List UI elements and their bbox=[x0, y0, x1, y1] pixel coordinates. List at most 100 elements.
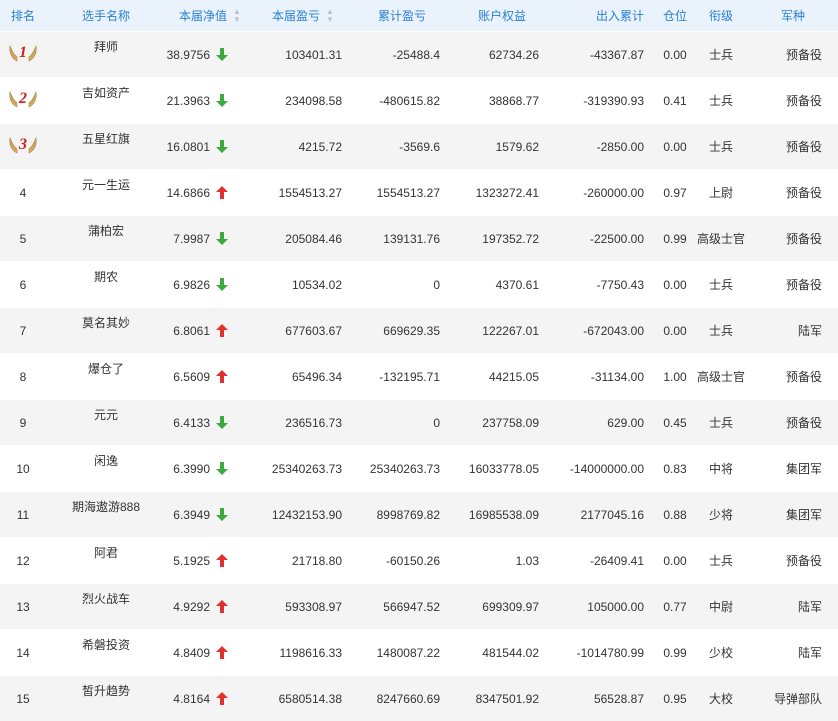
equity-cell: 44215.05 bbox=[452, 354, 552, 400]
table-row[interactable]: 1 拜师 38.9756 103401.31 -25488.4 62734.26… bbox=[0, 32, 838, 78]
rank-cell: 10 bbox=[0, 446, 46, 492]
header-grade[interactable]: 衔级 bbox=[694, 0, 748, 32]
branch-cell: 预备役 bbox=[748, 400, 838, 446]
equity-cell: 16985538.09 bbox=[452, 492, 552, 538]
table-body: 1 拜师 38.9756 103401.31 -25488.4 62734.26… bbox=[0, 32, 838, 721]
profit-cell: 677603.67 bbox=[254, 308, 352, 354]
position-cell: 0.99 bbox=[656, 216, 694, 262]
player-name[interactable]: 蒲柏宏 bbox=[88, 222, 124, 239]
player-name-cell[interactable]: 闲逸 bbox=[46, 446, 166, 492]
player-name-cell[interactable]: 吉如资产 bbox=[46, 78, 166, 124]
position-cell: 0.77 bbox=[656, 584, 694, 630]
equity-cell: 122267.01 bbox=[452, 308, 552, 354]
player-name[interactable]: 闲逸 bbox=[94, 452, 118, 469]
player-name[interactable]: 烈火战车 bbox=[82, 590, 130, 607]
position-cell: 0.00 bbox=[656, 32, 694, 78]
rank-cell: 12 bbox=[0, 538, 46, 584]
player-name[interactable]: 皙升趋势 bbox=[82, 682, 130, 699]
player-name-cell[interactable]: 烈火战车 bbox=[46, 584, 166, 630]
sort-icon[interactable]: ▲▼ bbox=[233, 8, 241, 24]
header-rank[interactable]: 排名 bbox=[0, 0, 46, 32]
profit-cell: 593308.97 bbox=[254, 584, 352, 630]
table-row[interactable]: 8 爆仓了 6.5609 65496.34 -132195.71 44215.0… bbox=[0, 354, 838, 400]
arrow-down-icon bbox=[210, 416, 228, 429]
player-name-cell[interactable]: 五星红旗 bbox=[46, 124, 166, 170]
player-name[interactable]: 元一生运 bbox=[82, 176, 130, 193]
equity-cell: 699309.97 bbox=[452, 584, 552, 630]
grade-cell: 高级士官 bbox=[694, 216, 748, 262]
position-cell: 0.95 bbox=[656, 676, 694, 721]
table-row[interactable]: 7 莫名其妙 6.8061 677603.67 669629.35 122267… bbox=[0, 308, 838, 354]
equity-cell: 481544.02 bbox=[452, 630, 552, 676]
profit-cell: 236516.73 bbox=[254, 400, 352, 446]
player-name[interactable]: 吉如资产 bbox=[82, 84, 130, 101]
header-profit[interactable]: 本届盈亏▲▼ bbox=[254, 0, 352, 32]
player-name-cell[interactable]: 元一生运 bbox=[46, 170, 166, 216]
grade-cell: 中将 bbox=[694, 446, 748, 492]
player-name-cell[interactable]: 期农 bbox=[46, 262, 166, 308]
header-equity[interactable]: 账户权益 bbox=[452, 0, 552, 32]
player-name-cell[interactable]: 爆仓了 bbox=[46, 354, 166, 400]
table-row[interactable]: 14 希磐投资 4.8409 1198616.33 1480087.22 481… bbox=[0, 630, 838, 676]
player-name-cell[interactable]: 莫名其妙 bbox=[46, 308, 166, 354]
table-row[interactable]: 3 五星红旗 16.0801 4215.72 -3569.6 1579.62 -… bbox=[0, 124, 838, 170]
table-row[interactable]: 9 元元 6.4133 236516.73 0 237758.09 629.00… bbox=[0, 400, 838, 446]
table-row[interactable]: 11 期海遨游888 6.3949 12432153.90 8998769.82… bbox=[0, 492, 838, 538]
flow-cell: -672043.00 bbox=[552, 308, 656, 354]
rank-cell: 2 bbox=[0, 78, 46, 124]
player-name[interactable]: 期海遨游888 bbox=[72, 498, 140, 515]
player-name-cell[interactable]: 阿君 bbox=[46, 538, 166, 584]
arrow-down-icon bbox=[210, 462, 228, 475]
equity-cell: 1.03 bbox=[452, 538, 552, 584]
position-cell: 0.41 bbox=[656, 78, 694, 124]
arrow-down-icon bbox=[210, 232, 228, 245]
player-name[interactable]: 期农 bbox=[94, 268, 118, 285]
arrow-down-icon bbox=[210, 140, 228, 153]
player-name[interactable]: 爆仓了 bbox=[88, 360, 124, 377]
nav-cell: 6.8061 bbox=[166, 308, 254, 354]
player-name-cell[interactable]: 元元 bbox=[46, 400, 166, 446]
total-profit-cell: 1554513.27 bbox=[352, 170, 452, 216]
table-row[interactable]: 5 蒲柏宏 7.9987 205084.46 139131.76 197352.… bbox=[0, 216, 838, 262]
header-nav[interactable]: 本届净值▲▼ bbox=[166, 0, 254, 32]
player-name-cell[interactable]: 希磐投资 bbox=[46, 630, 166, 676]
table-row[interactable]: 4 元一生运 14.6866 1554513.27 1554513.27 132… bbox=[0, 170, 838, 216]
table-row[interactable]: 12 阿君 5.1925 21718.80 -60150.26 1.03 -26… bbox=[0, 538, 838, 584]
player-name[interactable]: 希磐投资 bbox=[82, 636, 130, 653]
header-name[interactable]: 选手名称 bbox=[46, 0, 166, 32]
header-total-profit[interactable]: 累计盈亏 bbox=[352, 0, 452, 32]
player-name[interactable]: 拜师 bbox=[94, 38, 118, 55]
rank-medal-icon: 2 bbox=[8, 90, 38, 108]
table-row[interactable]: 10 闲逸 6.3990 25340263.73 25340263.73 160… bbox=[0, 446, 838, 492]
player-name[interactable]: 元元 bbox=[94, 406, 118, 423]
table-row[interactable]: 2 吉如资产 21.3963 234098.58 -480615.82 3886… bbox=[0, 78, 838, 124]
position-cell: 0.45 bbox=[656, 400, 694, 446]
total-profit-cell: 0 bbox=[352, 262, 452, 308]
sort-icon[interactable]: ▲▼ bbox=[326, 8, 334, 24]
player-name-cell[interactable]: 蒲柏宏 bbox=[46, 216, 166, 262]
player-name-cell[interactable]: 皙升趋势 bbox=[46, 676, 166, 721]
nav-cell: 6.4133 bbox=[166, 400, 254, 446]
arrow-down-icon bbox=[210, 278, 228, 291]
profit-cell: 1554513.27 bbox=[254, 170, 352, 216]
header-position[interactable]: 仓位 bbox=[656, 0, 694, 32]
total-profit-cell: 566947.52 bbox=[352, 584, 452, 630]
grade-cell: 上尉 bbox=[694, 170, 748, 216]
total-profit-cell: -132195.71 bbox=[352, 354, 452, 400]
player-name[interactable]: 莫名其妙 bbox=[82, 314, 130, 331]
header-flow[interactable]: 出入累计 bbox=[552, 0, 656, 32]
table-row[interactable]: 13 烈火战车 4.9292 593308.97 566947.52 69930… bbox=[0, 584, 838, 630]
equity-cell: 1579.62 bbox=[452, 124, 552, 170]
player-name[interactable]: 阿君 bbox=[94, 544, 118, 561]
table-row[interactable]: 15 皙升趋势 4.8164 6580514.38 8247660.69 834… bbox=[0, 676, 838, 721]
nav-cell: 5.1925 bbox=[166, 538, 254, 584]
player-name-cell[interactable]: 期海遨游888 bbox=[46, 492, 166, 538]
header-branch[interactable]: 军种 bbox=[748, 0, 838, 32]
player-name-cell[interactable]: 拜师 bbox=[46, 32, 166, 78]
equity-cell: 1323272.41 bbox=[452, 170, 552, 216]
rank-cell: 15 bbox=[0, 676, 46, 721]
leaderboard-table: 排名 选手名称 本届净值▲▼ 本届盈亏▲▼ 累计盈亏 账户权益 出入累计 仓位 … bbox=[0, 0, 838, 721]
player-name[interactable]: 五星红旗 bbox=[82, 130, 130, 147]
table-row[interactable]: 6 期农 6.9826 10534.02 0 4370.61 -7750.43 … bbox=[0, 262, 838, 308]
nav-cell: 6.9826 bbox=[166, 262, 254, 308]
